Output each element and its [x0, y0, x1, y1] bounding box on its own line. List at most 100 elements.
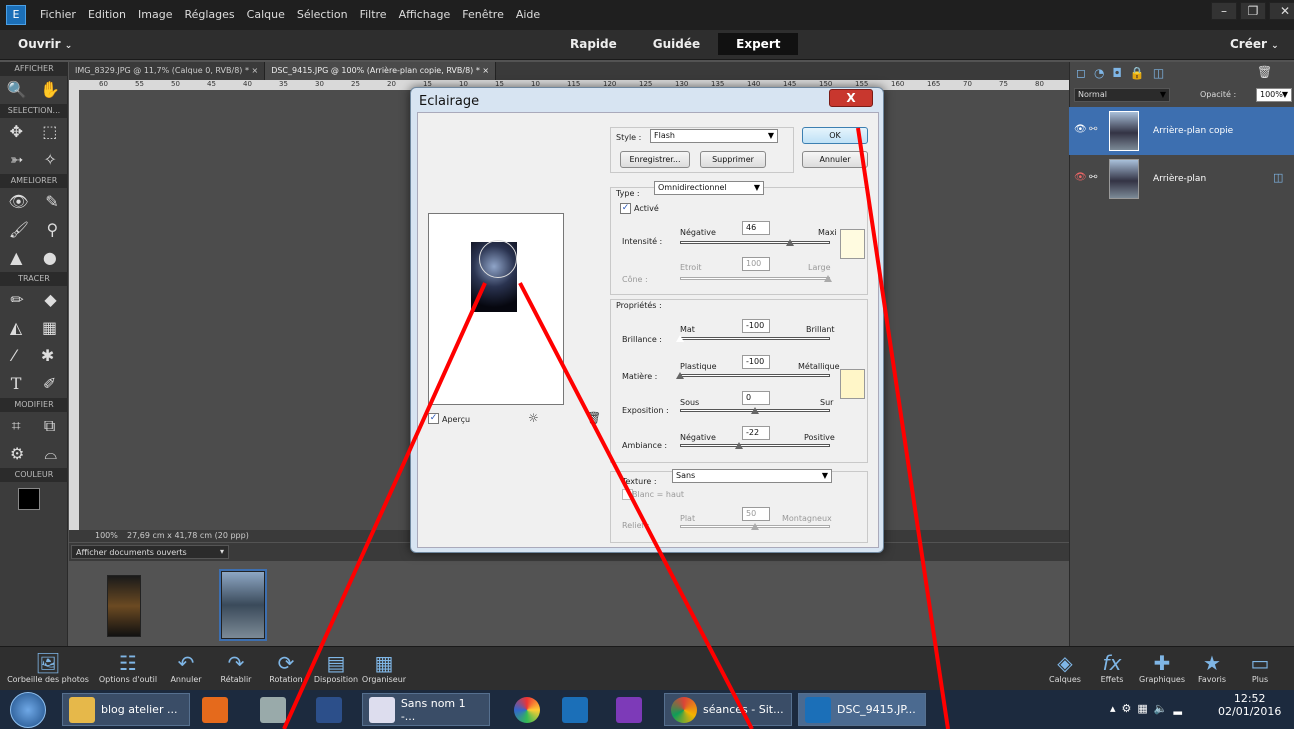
taskbar-item-chrome[interactable]: séances - Sit... [664, 693, 792, 726]
eyedropper-icon[interactable]: ⁄ [13, 348, 16, 364]
type-select[interactable]: Omnidirectionnel [654, 181, 764, 195]
menu-item[interactable]: Sélection [297, 8, 348, 21]
taskbar-item-sansnom[interactable]: Sans nom 1 -... [362, 693, 490, 726]
material-slider-thumb[interactable] [676, 372, 684, 379]
more-button[interactable]: ▭ Plus [1240, 651, 1280, 684]
recompose-icon[interactable]: ⧉ [44, 418, 55, 434]
material-color-swatch[interactable] [840, 369, 865, 399]
organizer-button[interactable]: ▦ Organiseur [358, 651, 410, 684]
link-icon[interactable]: ⚯ [1089, 172, 1097, 183]
delete-button[interactable]: Supprimer [700, 151, 766, 168]
relief-input[interactable]: 50 [742, 507, 770, 521]
text-icon[interactable]: T [11, 376, 22, 392]
exposure-slider-thumb[interactable] [751, 407, 759, 414]
exposure-input[interactable]: 0 [742, 391, 770, 405]
gloss-slider-thumb[interactable] [676, 335, 684, 342]
layer-row[interactable]: 👁 ⚯ Arrière-plan ◫ [1069, 155, 1294, 203]
layers-button[interactable]: ◈ Calques [1040, 651, 1090, 684]
taskbar-item-blog[interactable]: blog atelier ... [62, 693, 190, 726]
spot-healing-icon[interactable]: ✎ [45, 194, 58, 210]
ambiance-slider-thumb[interactable] [735, 442, 743, 449]
stamp-icon[interactable]: ⚲ [47, 222, 59, 238]
doc-tab-dsc9415[interactable]: DSC_9415.JPG @ 100% (Arrière-plan copie,… [265, 62, 497, 80]
photo-bin-button[interactable]: 🖼 Corbeille des photos [0, 651, 96, 684]
menu-item[interactable]: Réglages [184, 8, 234, 21]
taskbar-premiere[interactable] [610, 693, 648, 726]
clock[interactable]: 12:52 02/01/2016 [1218, 692, 1281, 718]
intensity-input[interactable]: 46 [742, 221, 770, 235]
menu-item[interactable]: Fichier [40, 8, 76, 21]
close-icon[interactable]: ✕ [1269, 2, 1294, 20]
eraser-icon[interactable]: ◆ [44, 292, 56, 308]
move-icon[interactable]: ✥ [10, 124, 23, 140]
gloss-input[interactable]: -100 [742, 319, 770, 333]
visibility-hidden-icon[interactable]: 👁 [1074, 172, 1087, 183]
light-bulb-icon[interactable]: ☼ [528, 411, 539, 425]
straighten-icon[interactable]: ⌓ [44, 446, 57, 462]
layout-button[interactable]: ▤ Disposition [310, 651, 362, 684]
zoom-icon[interactable]: 🔍 [7, 82, 27, 98]
gradient-icon[interactable]: ▦ [42, 320, 57, 336]
relief-slider-thumb[interactable] [751, 523, 759, 530]
taskbar-calculator[interactable] [254, 693, 292, 726]
menu-item[interactable]: Fenêtre [462, 8, 504, 21]
menu-item[interactable]: Calque [247, 8, 285, 21]
link-icon[interactable]: ⚯ [1089, 124, 1097, 135]
material-slider[interactable] [680, 374, 830, 377]
redo-button[interactable]: ↷ Rétablir [214, 651, 258, 684]
menu-item[interactable]: Edition [88, 8, 126, 21]
trash-icon[interactable]: 🗑 [1257, 65, 1272, 79]
pencil-alt-icon[interactable]: ✐ [43, 376, 56, 392]
trash-icon[interactable]: 🗑 [586, 411, 601, 425]
tray-icons[interactable]: ▴⚙▦🔈▂ [1110, 702, 1188, 715]
texture-select[interactable]: Sans [672, 469, 832, 483]
cone-input[interactable]: 100 [742, 257, 770, 271]
red-eye-icon[interactable]: 👁 [8, 194, 28, 210]
minimize-icon[interactable]: – [1211, 2, 1237, 20]
start-button-icon[interactable] [10, 692, 46, 728]
cone-slider-thumb[interactable] [824, 275, 832, 282]
light-handle-circle[interactable] [479, 240, 517, 278]
create-button[interactable]: Créer ⌄ [1230, 37, 1279, 51]
cancel-button[interactable]: Annuler [802, 151, 868, 168]
tab-rapide[interactable]: Rapide [552, 33, 635, 55]
save-button[interactable]: Enregistrer... [620, 151, 690, 168]
visibility-eye-icon[interactable]: 👁 [1074, 124, 1087, 135]
hand-icon[interactable]: ✋ [40, 82, 60, 98]
marquee-icon[interactable]: ⬚ [42, 124, 57, 140]
layer-row-selected[interactable]: 👁 ⚯ Arrière-plan copie [1069, 107, 1294, 155]
foreground-color-swatch[interactable] [18, 488, 40, 510]
menu-item[interactable]: Aide [516, 8, 540, 21]
material-input[interactable]: -100 [742, 355, 770, 369]
dialog-close-button[interactable]: X [829, 89, 873, 107]
intensity-slider-thumb[interactable] [786, 239, 794, 246]
tool-options-button[interactable]: ☷ Options d'outil [96, 651, 160, 684]
taskbar-book[interactable] [310, 693, 348, 726]
blur-icon[interactable]: ▲ [10, 250, 22, 266]
magic-wand-icon[interactable]: ✧ [44, 152, 57, 168]
effects-button[interactable]: fx Effets [1092, 651, 1132, 684]
open-button[interactable]: Ouvrir ⌄ [18, 37, 72, 51]
bin-thumbnail[interactable] [107, 575, 141, 637]
menu-item[interactable]: Image [138, 8, 172, 21]
style-select[interactable]: Flash [650, 129, 778, 143]
light-color-swatch[interactable] [840, 229, 865, 259]
cone-slider[interactable] [680, 277, 830, 280]
blend-mode-select[interactable]: Normal [1074, 88, 1170, 102]
ambiance-input[interactable]: -22 [742, 426, 770, 440]
ambiance-slider[interactable] [680, 444, 830, 447]
intensity-slider[interactable] [680, 241, 830, 244]
sponge-icon[interactable]: ● [43, 250, 57, 266]
rotate-button[interactable]: ⟳ Rotation [264, 651, 308, 684]
lasso-icon[interactable]: ➳ [10, 152, 23, 168]
layer-tools-icons[interactable]: ◻◔◘🔒◫ [1076, 66, 1172, 80]
custom-shape-icon[interactable]: ✱ [41, 348, 54, 364]
menu-item[interactable]: Affichage [399, 8, 451, 21]
favorites-button[interactable]: ★ Favoris [1192, 651, 1232, 684]
undo-button[interactable]: ↶ Annuler [164, 651, 208, 684]
paint-bucket-icon[interactable]: ◭ [10, 320, 22, 336]
gloss-slider[interactable] [680, 337, 830, 340]
doc-tab-img8329[interactable]: IMG_8329.JPG @ 11,7% (Calque 0, RVB/8) *… [69, 62, 266, 80]
taskbar-media[interactable] [196, 693, 234, 726]
taskbar-picasa[interactable] [508, 693, 546, 726]
